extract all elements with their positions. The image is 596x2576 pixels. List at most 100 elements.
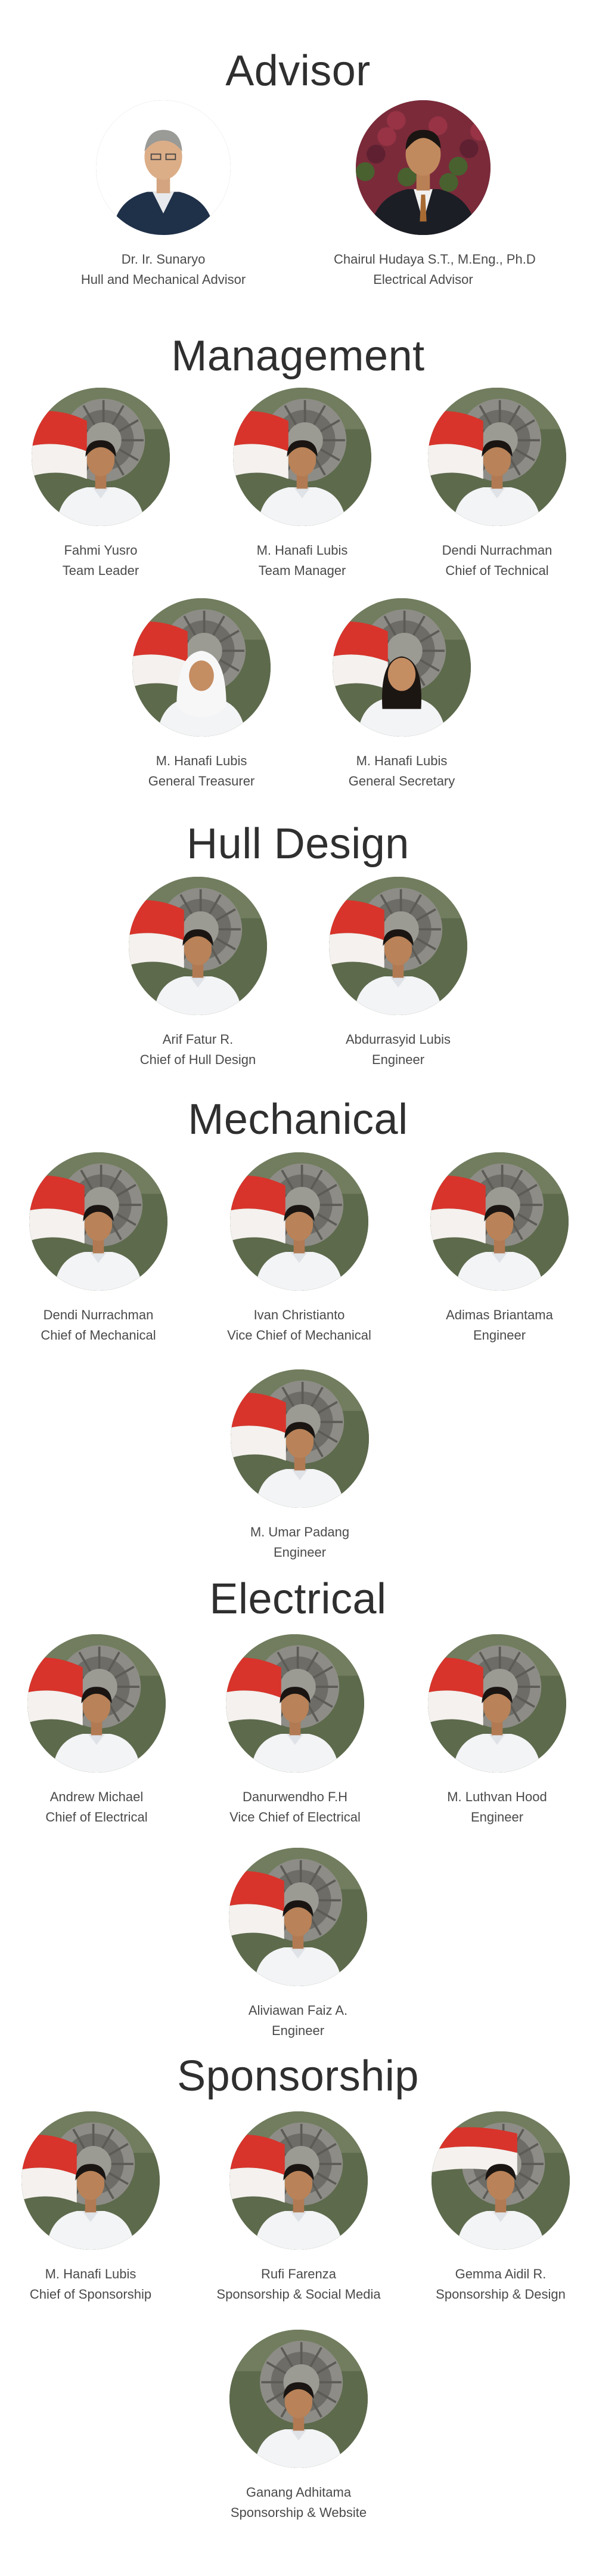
- member-name: Arif Fatur R.: [162, 1032, 234, 1047]
- portrait-illustration: [129, 877, 267, 1015]
- member-name: M. Hanafi Lubis: [45, 2266, 136, 2281]
- team-page: Advisor Dr. Ir. Sunaryo Hull and Mechani…: [0, 0, 596, 2576]
- section-title-advisor: Advisor: [225, 47, 371, 95]
- member-caption: Dendi Nurrachman Chief of Mechanical: [9, 1305, 188, 1346]
- member-caption: Fahmi Yusro Team Leader: [11, 540, 190, 581]
- member-photo: [430, 1152, 569, 1291]
- member-name: M. Luthvan Hood: [447, 1789, 547, 1804]
- member-name: Danurwendho F.H: [242, 1789, 348, 1804]
- member-card: Rufi Farenza Sponsorship & Social Media: [209, 2111, 388, 2305]
- member-photo: [229, 2330, 368, 2468]
- member-role: Engineer: [473, 1328, 526, 1343]
- portrait-illustration: [132, 598, 271, 737]
- member-photo: [27, 1634, 166, 1773]
- member-role: Engineer: [271, 2023, 325, 2038]
- member-card: M. Umar Padang Engineer: [210, 1369, 389, 1563]
- member-card: M. Luthvan Hood Engineer: [408, 1634, 586, 1827]
- member-caption: Danurwendho F.H Vice Chief of Electrical: [206, 1787, 384, 1827]
- member-caption: M. Umar Padang Engineer: [210, 1522, 389, 1563]
- member-caption: M. Hanafi Lubis Team Manager: [213, 540, 392, 581]
- member-caption: Dr. Ir. Sunaryo Hull and Mechanical Advi…: [74, 249, 253, 290]
- portrait-illustration: [29, 1152, 167, 1291]
- portrait-illustration: [233, 388, 371, 526]
- portrait-illustration: [226, 1634, 364, 1773]
- member-caption: Abdurrasyid Lubis Engineer: [309, 1029, 488, 1070]
- portrait-illustration: [432, 2111, 570, 2250]
- member-role: Sponsorship & Social Media: [216, 2287, 381, 2302]
- member-name: M. Hanafi Lubis: [256, 543, 348, 558]
- member-caption: Ivan Christianto Vice Chief of Mechanica…: [210, 1305, 389, 1346]
- portrait-illustration: [356, 100, 491, 235]
- member-role: Electrical Advisor: [373, 272, 473, 287]
- member-photo: [428, 1634, 566, 1773]
- section-title-mechanical: Mechanical: [188, 1096, 408, 1143]
- member-card: Dendi Nurrachman Chief of Technical: [408, 388, 586, 581]
- member-role: Chief of Mechanical: [41, 1328, 156, 1343]
- member-role: Chief of Electrical: [45, 1810, 148, 1824]
- member-card: Abdurrasyid Lubis Engineer: [309, 877, 488, 1070]
- member-photo: [230, 1152, 368, 1291]
- portrait-illustration: [229, 2330, 368, 2468]
- member-card: Chairul Hudaya S.T., M.Eng., Ph.D Electr…: [334, 100, 536, 290]
- member-role: Chief of Hull Design: [139, 1052, 256, 1067]
- member-card: Andrew Michael Chief of Electrical: [7, 1634, 186, 1827]
- member-caption: Rufi Farenza Sponsorship & Social Media: [209, 2264, 388, 2305]
- portrait-illustration: [428, 1634, 566, 1773]
- portrait-illustration: [21, 2111, 160, 2250]
- member-photo: [96, 100, 231, 235]
- member-photo: [226, 1634, 364, 1773]
- section-title-hull-design: Hull Design: [187, 820, 409, 868]
- section-title-electrical: Electrical: [209, 1575, 387, 1623]
- member-photo: [432, 2111, 570, 2250]
- member-role: Vice Chief of Electrical: [229, 1810, 361, 1824]
- member-photo: [233, 388, 371, 526]
- member-role: Hull and Mechanical Advisor: [80, 272, 246, 287]
- member-name: M. Hanafi Lubis: [356, 753, 448, 768]
- portrait-illustration: [32, 388, 170, 526]
- portrait-illustration: [27, 1634, 166, 1773]
- member-caption: Adimas Briantama Engineer: [410, 1305, 589, 1346]
- portrait-illustration: [229, 2111, 368, 2250]
- portrait-illustration: [96, 100, 231, 235]
- member-name: M. Hanafi Lubis: [156, 753, 247, 768]
- member-photo: [129, 877, 267, 1015]
- member-caption: Andrew Michael Chief of Electrical: [7, 1787, 186, 1827]
- member-caption: M. Hanafi Lubis General Secretary: [312, 751, 491, 791]
- portrait-illustration: [229, 1848, 367, 1986]
- member-role: Chief of Technical: [445, 563, 549, 578]
- member-role: Engineer: [470, 1810, 524, 1824]
- member-caption: Aliviawan Faiz A. Engineer: [209, 2000, 387, 2041]
- member-card: Ganang Adhitama Sponsorship & Website: [209, 2330, 388, 2523]
- member-card: Aliviawan Faiz A. Engineer: [209, 1848, 387, 2041]
- member-name: Adimas Briantama: [446, 1307, 553, 1322]
- member-role: Engineer: [273, 1545, 327, 1560]
- member-photo: [21, 2111, 160, 2250]
- member-caption: Ganang Adhitama Sponsorship & Website: [209, 2482, 388, 2523]
- member-photo: [333, 598, 471, 737]
- member-photo: [132, 598, 271, 737]
- member-role: Chief of Sponsorship: [29, 2287, 152, 2302]
- portrait-illustration: [333, 598, 471, 737]
- member-photo: [356, 100, 491, 235]
- member-name: Rufi Farenza: [261, 2266, 336, 2281]
- section-title-management: Management: [171, 332, 425, 380]
- portrait-illustration: [430, 1152, 569, 1291]
- member-name: Dendi Nurrachman: [442, 543, 552, 558]
- portrait-illustration: [230, 1152, 368, 1291]
- member-card: M. Hanafi Lubis Team Manager: [213, 388, 392, 581]
- member-name: Chairul Hudaya S.T., M.Eng., Ph.D: [334, 252, 536, 267]
- member-role: Sponsorship & Website: [230, 2505, 367, 2520]
- member-card: M. Hanafi Lubis General Treasurer: [112, 598, 291, 791]
- member-photo: [32, 388, 170, 526]
- member-role: General Secretary: [348, 774, 455, 788]
- portrait-illustration: [231, 1369, 369, 1508]
- member-card: M. Hanafi Lubis General Secretary: [312, 598, 491, 791]
- member-caption: M. Hanafi Lubis General Treasurer: [112, 751, 291, 791]
- member-name: M. Umar Padang: [250, 1524, 350, 1539]
- portrait-illustration: [428, 388, 566, 526]
- member-card: Ivan Christianto Vice Chief of Mechanica…: [210, 1152, 389, 1346]
- member-name: Dendi Nurrachman: [43, 1307, 154, 1322]
- member-name: Ganang Adhitama: [246, 2485, 352, 2500]
- member-photo: [329, 877, 467, 1015]
- member-caption: Dendi Nurrachman Chief of Technical: [408, 540, 586, 581]
